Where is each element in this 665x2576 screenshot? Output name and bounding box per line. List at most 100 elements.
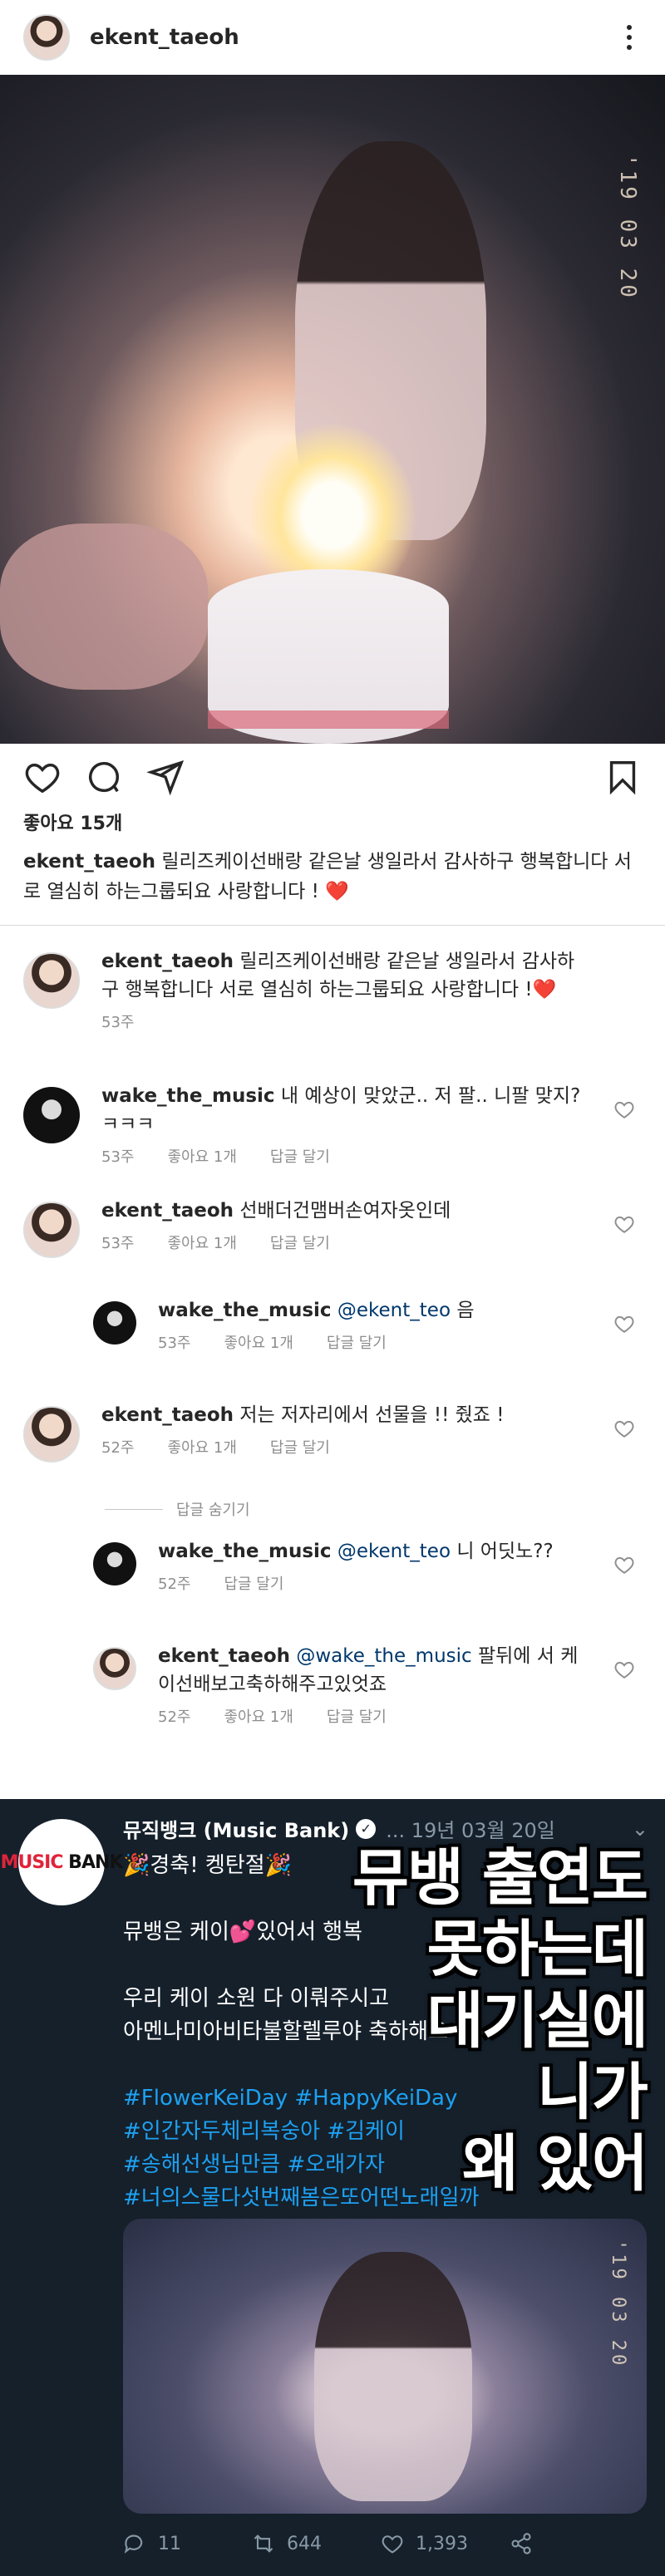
- hide-replies-label[interactable]: 답글 숨기기: [176, 1498, 250, 1520]
- share-icon: [511, 2533, 531, 2554]
- like-count: 1,393: [416, 2533, 468, 2554]
- overlay-line: 대기실에: [426, 1985, 648, 2057]
- tweet-avatar[interactable]: MUSIC BANK: [1, 1819, 123, 1905]
- reply-item: wake_the_music @ekent_teo 음 53주 좋아요 1개 답글 …: [0, 1296, 665, 1394]
- comment-username[interactable]: ekent_taeoh: [158, 1645, 290, 1667]
- comment-like-icon[interactable]: [613, 1213, 635, 1235]
- reply-avatar[interactable]: [93, 1301, 136, 1345]
- retweet-action[interactable]: 644: [252, 2532, 381, 2555]
- comment-mention[interactable]: @ekent_teo: [337, 1541, 451, 1562]
- divider: [0, 925, 665, 926]
- comment-like-icon[interactable]: [613, 1554, 635, 1576]
- comment-time: 53주: [158, 1335, 191, 1352]
- retweet-icon: [254, 2534, 273, 2553]
- comment-likes[interactable]: 좋아요 1개: [224, 1705, 293, 1727]
- more-options-icon[interactable]: [617, 25, 642, 50]
- comment-item: ekent_taeoh 저는 저자리에서 선물을 !! 줬죠 ! 52주 좋아요 …: [0, 1401, 665, 1492]
- tweet-date: ... 19년 03월 20일: [386, 1819, 555, 1842]
- comment-avatar[interactable]: [23, 1087, 80, 1143]
- comment-likes[interactable]: 좋아요 1개: [224, 1331, 293, 1353]
- overlay-line: 뮤뱅 출연도: [352, 1842, 648, 1914]
- reply-item: wake_the_music @ekent_teo 니 어딧노?? 52주 답글 …: [0, 1537, 665, 1627]
- overlay-line: 니가: [536, 2057, 648, 2128]
- comment-likes[interactable]: 좋아요 1개: [167, 1231, 236, 1253]
- comment-like-icon[interactable]: [613, 1659, 635, 1680]
- avatar-logo-music: MUSIC: [0, 1851, 64, 1873]
- comment-time: 53주: [101, 1014, 135, 1031]
- comment-like-icon[interactable]: [613, 1418, 635, 1439]
- caption-heart-emoji: ❤️: [325, 881, 349, 902]
- reply-link[interactable]: 답글 달기: [270, 1231, 330, 1253]
- comment-text: 저는 저자리에서 선물을 !! 줬죠 !: [239, 1404, 505, 1426]
- comment-username[interactable]: wake_the_music: [101, 1085, 275, 1107]
- share-action[interactable]: [510, 2532, 638, 2555]
- comment-avatar[interactable]: [23, 1406, 80, 1463]
- avatar-logo-bank: BANK: [68, 1851, 123, 1873]
- post-caption: ekent_taeoh 릴리즈케이선배랑 같은날 생일라서 감사하구 행복합니다…: [0, 838, 665, 920]
- like-count[interactable]: 좋아요 15개: [0, 810, 665, 838]
- comment-username[interactable]: ekent_taeoh: [101, 1404, 234, 1426]
- comment-icon[interactable]: [85, 758, 123, 796]
- overlay-line: 못하는데: [426, 1914, 648, 1985]
- like-heart-icon[interactable]: [23, 758, 62, 796]
- verified-badge-icon: ✓: [356, 1818, 377, 1839]
- tweet-card: MUSIC BANK 뮤직뱅크 (Music Bank) ✓ ... 19년 0…: [0, 1799, 665, 2576]
- tweet-actions: 11 644 1,393: [123, 2532, 638, 2555]
- comment-time: 53주: [101, 1148, 135, 1166]
- comment-username[interactable]: ekent_taeoh: [101, 1200, 234, 1222]
- comment-item: ekent_taeoh 릴리즈케이선배랑 같은날 생일라서 감사하구 행복합니다…: [0, 947, 665, 1074]
- comment-item: ekent_taeoh 선배더건맴버손여자옷인데 53주 좋아요 1개 답글 달기: [0, 1197, 665, 1290]
- reply-link[interactable]: 답글 달기: [327, 1331, 387, 1353]
- comment-text: 선배더건맴버손여자옷인데: [239, 1200, 451, 1222]
- comment-text: 니 어딧노??: [456, 1541, 554, 1562]
- comment-heart-emoji: ❤️: [532, 979, 557, 1000]
- retweet-count: 644: [287, 2533, 322, 2554]
- comment-time: 52주: [158, 1708, 191, 1726]
- tweet-display-name[interactable]: 뮤직뱅크 (Music Bank): [123, 1814, 349, 1843]
- comment-item: wake_the_music 내 예상이 맞았군.. 저 팔.. 니팔 맞지? …: [0, 1082, 665, 1187]
- comment-text: 음: [456, 1300, 475, 1321]
- birthday-cake: [208, 569, 449, 744]
- comment-avatar[interactable]: [23, 952, 80, 1009]
- reply-action[interactable]: 11: [123, 2532, 252, 2555]
- comment-mention[interactable]: @wake_the_music: [296, 1645, 471, 1667]
- reply-avatar[interactable]: [93, 1647, 136, 1690]
- post-username[interactable]: ekent_taeoh: [90, 25, 617, 50]
- hide-replies-link[interactable]: 답글 숨기기: [0, 1492, 665, 1526]
- comment-like-icon[interactable]: [613, 1313, 635, 1335]
- comment-time: 53주: [101, 1235, 135, 1252]
- comment-time: 52주: [158, 1576, 191, 1593]
- reply-item: ekent_taeoh @wake_the_music 팔뒤에 서 케이선배보고…: [0, 1642, 665, 1733]
- photo-sleeve: [0, 524, 208, 690]
- reply-link[interactable]: 답글 달기: [270, 1145, 330, 1167]
- reply-avatar[interactable]: [93, 1542, 136, 1585]
- post-photo[interactable]: '19 03 20: [0, 75, 665, 744]
- comment-username[interactable]: wake_the_music: [158, 1300, 332, 1321]
- tweet-image[interactable]: '19 03 20: [123, 2219, 647, 2514]
- chevron-down-icon[interactable]: ⌄: [632, 1817, 648, 1841]
- reply-link[interactable]: 답글 달기: [327, 1705, 387, 1727]
- comment-time: 52주: [101, 1439, 135, 1457]
- hide-replies-line: [105, 1508, 163, 1510]
- like-action[interactable]: 1,393: [381, 2532, 510, 2555]
- user-avatar[interactable]: [23, 14, 70, 61]
- photo-person: [314, 2252, 472, 2501]
- tweet-header: 뮤직뱅크 (Music Bank) ✓ ... 19년 03월 20일 ⌄: [123, 1814, 648, 1843]
- comment-username[interactable]: ekent_taeoh: [101, 951, 234, 972]
- caption-username[interactable]: ekent_taeoh: [23, 851, 155, 873]
- photo-date-stamp: '19 03 20: [615, 154, 640, 301]
- meme-overlay-text: 뮤뱅 출연도 못하는데 대기실에 니가 왜 있어: [298, 1842, 648, 2200]
- photo-date-stamp: '19 03 20: [608, 2239, 628, 2369]
- comment-like-icon[interactable]: [613, 1099, 635, 1120]
- post-actions: [0, 744, 665, 810]
- comment-avatar[interactable]: [23, 1202, 80, 1258]
- bookmark-icon[interactable]: [603, 758, 642, 796]
- reply-link[interactable]: 답글 달기: [224, 1572, 283, 1594]
- post-header: ekent_taeoh: [0, 0, 665, 75]
- reply-link[interactable]: 답글 달기: [270, 1436, 330, 1458]
- share-send-icon[interactable]: [146, 758, 185, 796]
- comment-username[interactable]: wake_the_music: [158, 1541, 332, 1562]
- comment-likes[interactable]: 좋아요 1개: [167, 1436, 236, 1458]
- comment-mention[interactable]: @ekent_teo: [337, 1300, 451, 1321]
- comment-likes[interactable]: 좋아요 1개: [167, 1145, 236, 1167]
